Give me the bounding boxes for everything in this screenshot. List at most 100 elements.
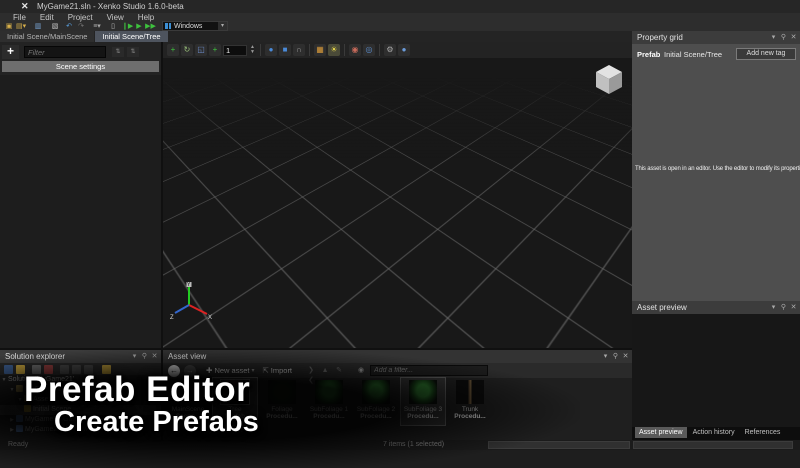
asset-tile-trunk[interactable]: Trunk Procedu... [448,378,492,425]
asset-tile-mainscene[interactable]: MainScene Scene... [166,378,210,425]
thumbnail-icon[interactable]: ▲ [320,366,330,376]
scene-settings-button[interactable]: Scene settings [2,61,159,72]
document-icon[interactable]: ▯ [108,22,118,31]
new-folder-icon[interactable] [32,365,41,374]
add-new-tag-button[interactable]: Add new tag [736,48,796,60]
render-mode-icon[interactable]: ▦ [314,44,326,56]
options-icon[interactable]: ≡▾ [92,22,102,31]
scale-gizmo-icon[interactable]: ◱ [195,44,207,56]
tree-item-game-project[interactable]: ▶MyGame21.Game [0,415,161,425]
snap-stepper[interactable]: ▲▼ [249,45,256,56]
sort-asc-icon[interactable]: ⇅ [112,47,124,57]
camera-view-icon[interactable]: ◉ [349,44,361,56]
pin-icon[interactable]: ⚲ [779,33,788,41]
local-space-icon[interactable]: ■ [279,44,291,56]
tab-initial-scene-tree[interactable]: Initial Scene/Tree [95,31,167,42]
close-icon[interactable]: ✕ [789,303,798,311]
redo-icon[interactable]: ↷ [76,22,86,31]
expand-all-icon[interactable] [72,365,81,374]
dock-menu-icon[interactable]: ▾ [601,352,610,360]
asset-view-bottom-tabs: (0) Output [203,427,243,434]
back-icon[interactable]: ← [168,365,180,377]
step-icon[interactable]: ▶▶ [144,22,157,31]
close-icon[interactable]: ✕ [150,352,159,360]
asset-tile-subfoliage-3[interactable]: SubFoliage 3 Procedu... [401,378,445,425]
asset-tile-subfoliage-1[interactable]: SubFoliage 1 Procedu... [307,378,351,425]
import-button[interactable]: ⇱ Import [262,366,292,375]
menu-edit[interactable]: Edit [40,13,54,22]
asset-thumbnail [362,380,390,404]
start-debug-icon[interactable]: ❙▶ [122,22,132,31]
view-options-icon[interactable]: ◉ [356,366,366,376]
tab-asset-preview[interactable]: Asset preview [635,427,687,438]
delete-icon[interactable] [44,365,53,374]
copy-icon[interactable]: ▧ [50,22,60,31]
navigation-cube[interactable] [594,64,624,101]
collapse-all-icon[interactable] [60,365,69,374]
pin-icon[interactable]: ⚲ [611,352,620,360]
tree-item-windows-project[interactable]: ▶MyGame21.Windows [0,425,161,435]
tree-item-solution[interactable]: ▼Solution 'MyGame21' [0,375,161,385]
dock-menu-icon[interactable]: ▾ [769,33,778,41]
chevron-down-icon[interactable]: ▾ [218,22,227,30]
sort-desc-icon[interactable]: ⇅ [127,47,139,57]
snap-toggle-icon[interactable]: + [209,44,221,56]
asset-thumbnail [315,380,343,404]
asset-tile-subfoliage-2[interactable]: SubFoliage 2 Procedu... [354,378,398,425]
properties-icon[interactable] [102,365,111,374]
rotate-gizmo-icon[interactable]: ↻ [181,44,193,56]
scene-viewport[interactable]: + ↻ ◱ + ▲▼ ● ■ ∩ ▦ ☀ ◉ ◎ ⚙ ● Y [163,42,632,348]
platform-select[interactable]: Windows ▾ [162,21,228,31]
close-icon[interactable]: ✕ [621,352,630,360]
asset-thumbnail [174,380,202,404]
tree-item-assets[interactable]: ▼Assets [0,395,161,405]
status-selection: 7 items (1 selected) [383,441,444,448]
magnet-snap-icon[interactable]: ∩ [293,44,305,56]
edit-icon[interactable]: ✎ [334,366,344,376]
tree-item-package[interactable]: ▼MyGame21 [0,385,161,395]
menu-help[interactable]: Help [138,13,154,22]
menu-project[interactable]: Project [68,13,93,22]
asset-filter-input[interactable] [370,365,488,376]
add-entity-button[interactable]: + [2,45,19,59]
editor-camera-icon[interactable]: ● [398,44,410,56]
tree-item-selected[interactable]: Initial Scene [0,405,161,415]
new-asset-button[interactable]: + New asset ▾ [206,365,254,377]
dock-menu-icon[interactable]: ▾ [130,352,139,360]
asset-tile-tree[interactable]: Tree Prefab [213,378,257,425]
new-project-icon[interactable]: ▣ [4,22,14,31]
windows-logo-icon [165,23,171,29]
sync-selection-icon[interactable] [84,365,93,374]
dock-menu-icon[interactable]: ▾ [769,303,778,311]
translate-gizmo-icon[interactable]: + [167,44,179,56]
asset-tile-foliage[interactable]: Foliage Procedu... [260,378,304,425]
add-package-icon[interactable] [4,365,13,374]
hierarchy-filter-input[interactable] [24,46,106,58]
tab-action-history[interactable]: Action history [689,427,739,438]
menu-file[interactable]: File [13,13,26,22]
pin-icon[interactable]: ⚲ [779,303,788,311]
snap-value-input[interactable] [223,45,247,56]
close-icon[interactable]: ✕ [789,33,798,41]
lighting-icon[interactable]: ☀ [328,44,340,56]
save-all-icon[interactable]: ▥ [33,22,43,31]
world-space-icon[interactable]: ● [265,44,277,56]
pin-icon[interactable]: ⚲ [140,352,149,360]
camera-orbit-icon[interactable]: ◎ [363,44,375,56]
menu-view[interactable]: View [107,13,124,22]
tab-asset-errors[interactable]: (0) [203,427,212,434]
tag-icon[interactable]: ❯❮ [306,366,316,376]
open-icon[interactable]: ▤▾ [16,22,26,31]
hierarchy-tree[interactable] [0,75,161,348]
solution-tree: ▼Solution 'MyGame21' ▼MyGame21 ▼Assets I… [0,375,161,440]
tab-initial-scene-mainscene[interactable]: Initial Scene/MainScene [0,31,94,42]
tab-references[interactable]: References [741,427,785,438]
open-package-icon[interactable] [16,365,25,374]
undo-icon[interactable]: ↶ [64,22,74,31]
play-icon[interactable]: ▶ [134,22,144,31]
tab-output[interactable]: Output [222,427,243,434]
horizontal-splitter[interactable] [0,348,632,350]
forward-icon[interactable]: → [184,365,196,377]
camera-settings-icon[interactable]: ⚙ [384,44,396,56]
scrollbar[interactable] [156,376,160,436]
